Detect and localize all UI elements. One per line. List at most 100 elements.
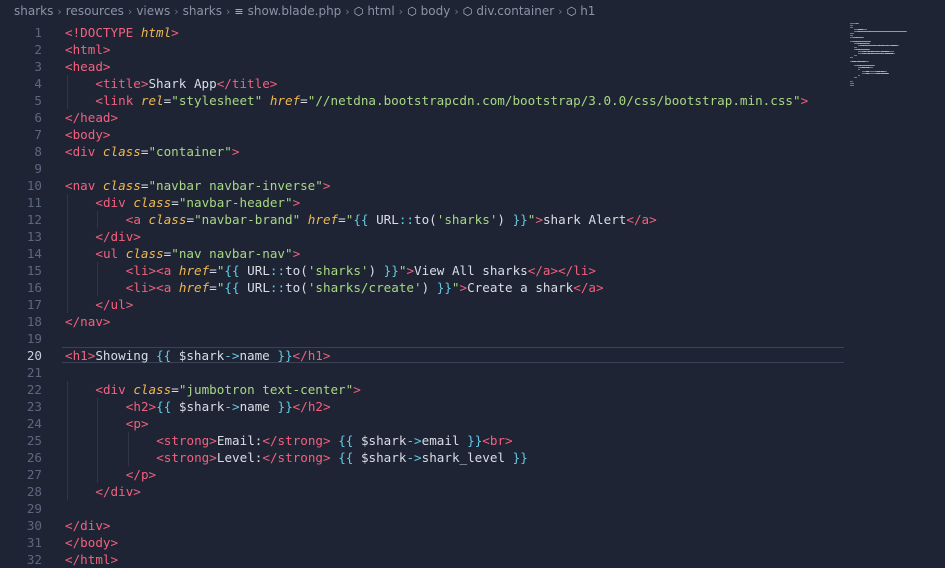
indent-guide — [67, 398, 68, 415]
breadcrumb-item[interactable]: resources — [66, 4, 124, 18]
breadcrumb-item[interactable]: sharks — [14, 4, 53, 18]
minimap-stroke — [863, 37, 864, 38]
code-line[interactable]: 15 <li><a href="{{ URL::to('sharks') }}">… — [0, 262, 945, 279]
code-token: </h2> — [292, 399, 331, 414]
indent-guide — [97, 415, 99, 432]
code-token: shark Alert — [542, 212, 627, 227]
code-token: </body> — [65, 535, 119, 550]
code-text: <head> — [65, 58, 111, 75]
code-line[interactable]: 31 </body> — [0, 534, 945, 551]
code-token: URL — [376, 212, 399, 227]
code-line[interactable]: 23 <h2>{{ $shark->name }}</h2> — [0, 398, 945, 415]
code-line[interactable]: 28 </div> — [0, 483, 945, 500]
code-line[interactable]: 21 — [0, 364, 945, 381]
code-line[interactable]: 13 </div> — [0, 228, 945, 245]
indent-guide — [67, 279, 68, 296]
minimap-stroke — [897, 45, 899, 46]
indent-guide — [67, 449, 68, 466]
code-token: </html> — [65, 552, 119, 567]
code-line[interactable]: 4 <title>Shark App</title> — [0, 75, 945, 92]
code-token: "navbar-header" — [178, 195, 293, 210]
code-line[interactable]: 10 <nav class="navbar navbar-inverse"> — [0, 177, 945, 194]
code-line[interactable]: 7 <body> — [0, 126, 945, 143]
minimap-stroke — [850, 27, 853, 28]
code-line[interactable]: 2 <html> — [0, 41, 945, 58]
code-token: }} — [277, 348, 293, 363]
code-text: <title>Shark App</title> — [95, 75, 277, 92]
code-token: :: — [269, 280, 286, 295]
code-token: to( — [285, 280, 308, 295]
code-token: > — [406, 263, 415, 278]
breadcrumb-item[interactable]: div.container — [476, 4, 554, 18]
code-token: "nav navbar-nav" — [171, 246, 293, 261]
code-line[interactable]: 14 <ul class="nav navbar-nav"> — [0, 245, 945, 262]
code-token: = — [209, 280, 217, 295]
minimap-stroke — [893, 53, 895, 54]
code-line[interactable]: 8 <div class="container"> — [0, 143, 945, 160]
code-line[interactable]: 5 <link rel="stylesheet" href="//netdna.b… — [0, 92, 945, 109]
minimap-stroke — [874, 65, 875, 66]
minimap-stroke — [873, 53, 881, 54]
minimap-stroke — [888, 73, 889, 74]
line-number: 31 — [26, 535, 42, 550]
indent-guide — [97, 262, 99, 279]
breadcrumb-item[interactable]: body — [421, 4, 451, 18]
breadcrumb-item[interactable]: sharks — [183, 4, 222, 18]
code-line[interactable]: 17 </ul> — [0, 296, 945, 313]
code-token: <li><a — [125, 263, 179, 278]
breadcrumb-item[interactable]: html — [367, 4, 394, 18]
code-line[interactable]: 20 <h1>Showing {{ $shark->name }}</h1> — [0, 347, 945, 364]
code-text: </p> — [126, 466, 156, 483]
minimap-stroke — [869, 43, 870, 44]
code-line[interactable]: 26 <strong>Level:</strong> {{ $shark->sha… — [0, 449, 945, 466]
code-line[interactable]: 22 <div class="jumbotron text-center"> — [0, 381, 945, 398]
code-line[interactable]: 24 <p> — [0, 415, 945, 432]
code-token: = — [209, 263, 217, 278]
minimap[interactable] — [846, 22, 936, 92]
code-token: <h1> — [65, 348, 96, 363]
code-line[interactable]: 1 <!DOCTYPE html> — [0, 24, 945, 41]
minimap-stroke — [860, 31, 867, 32]
code-token: "jumbotron text-center" — [178, 382, 354, 397]
code-token: $shark — [178, 348, 225, 363]
line-number: 12 — [26, 212, 42, 227]
indent-guide — [97, 398, 99, 415]
code-line[interactable]: 12 <a class="navbar-brand" href="{{ URL::… — [0, 211, 945, 228]
editor-pane[interactable]: 1 <!DOCTYPE html> 2 <html> 3 <head> 4 <title>Sh… — [0, 22, 945, 567]
code-text: <div class="jumbotron text-center"> — [95, 381, 360, 398]
element-symbol-icon: ⬡ — [462, 4, 473, 18]
code-line[interactable]: 25 <strong>Email:</strong> {{ $shark->ema… — [0, 432, 945, 449]
code-line[interactable]: 9 — [0, 160, 945, 177]
breadcrumb-item[interactable]: h1 — [580, 4, 595, 18]
code-line[interactable]: 19 — [0, 330, 945, 347]
code-token: 'sharks' — [307, 263, 369, 278]
minimap-stroke — [854, 55, 857, 56]
code-token: <link — [95, 93, 141, 108]
code-token: -> — [224, 348, 240, 363]
line-number: 17 — [26, 297, 42, 312]
code-line[interactable]: 3 <head> — [0, 58, 945, 75]
code-token: > — [353, 382, 361, 397]
code-line[interactable]: 29 — [0, 500, 945, 517]
code-line[interactable]: 27 </p> — [0, 466, 945, 483]
breadcrumb-item[interactable]: show.blade.php — [248, 4, 342, 18]
code-token: </a> — [626, 212, 657, 227]
line-number: 27 — [26, 467, 42, 482]
code-line[interactable]: 30 </div> — [0, 517, 945, 534]
code-line[interactable]: 16 <li><a href= " {{ URL::to('sharks/create… — [0, 279, 945, 296]
code-line[interactable]: 11 <div class="navbar-header"> — [0, 194, 945, 211]
code-text: </ul> — [95, 296, 133, 313]
code-token: :: — [398, 212, 414, 227]
breadcrumb-separator-icon: › — [127, 4, 133, 18]
code-token: <div — [95, 195, 134, 210]
code-line[interactable]: 18 </nav> — [0, 313, 945, 330]
code-line[interactable]: 32 </html> — [0, 551, 945, 568]
code-token: <strong> — [156, 450, 217, 465]
line-number: 32 — [26, 552, 42, 567]
element-symbol-icon: ⬡ — [566, 4, 577, 18]
breadcrumb-item[interactable]: views — [136, 4, 170, 18]
indent-guide — [127, 449, 129, 466]
line-number: 1 — [34, 25, 42, 40]
code-token: = — [186, 212, 195, 227]
code-line[interactable]: 6 </head> — [0, 109, 945, 126]
